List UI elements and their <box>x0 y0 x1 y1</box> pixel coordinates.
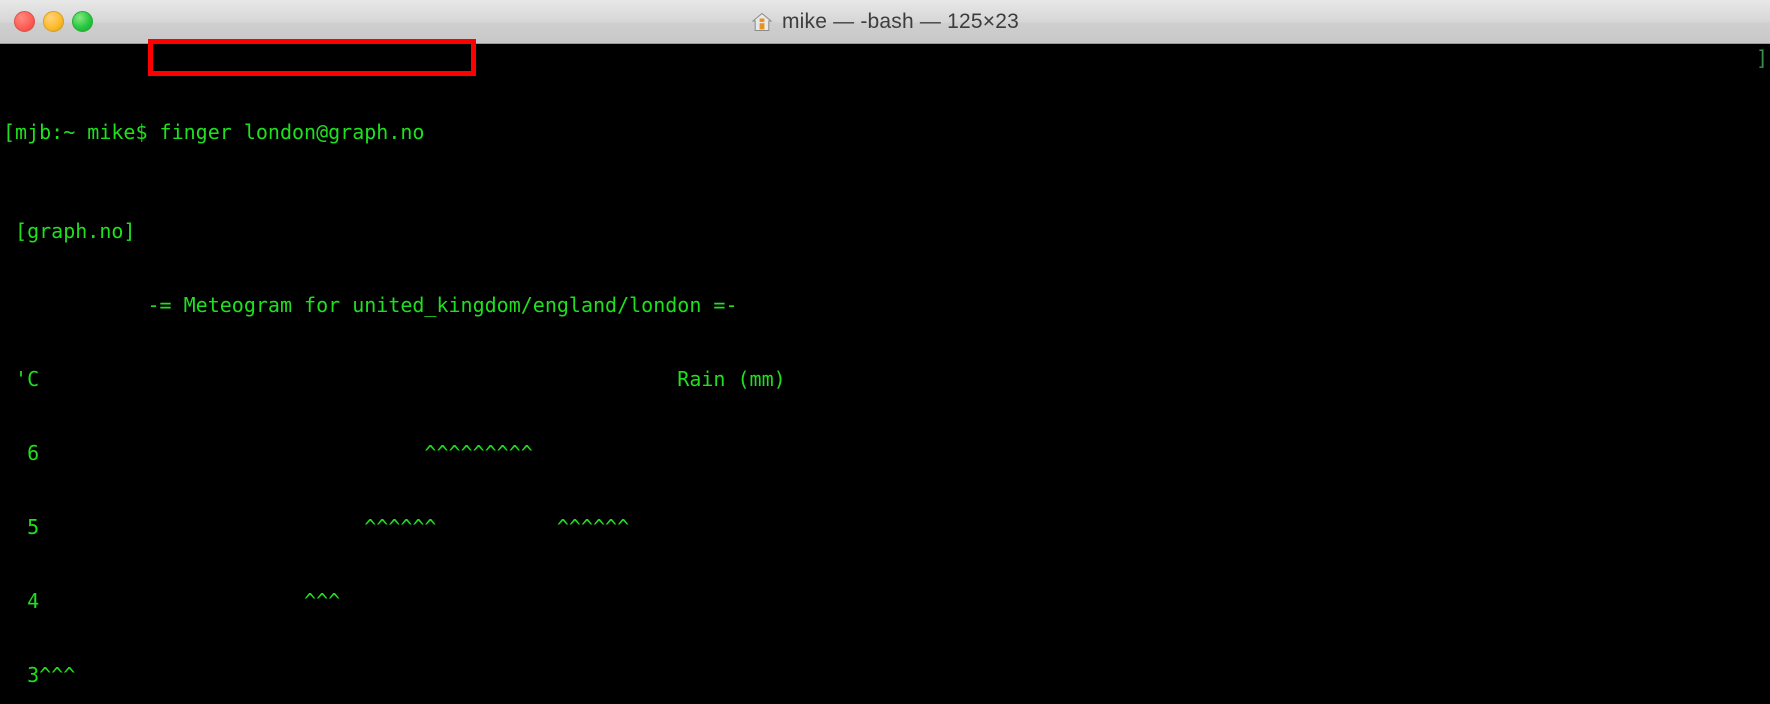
terminal-body[interactable]: [mjb:~ mike$ finger london@graph.no [gra… <box>0 44 1770 704</box>
temp-row-3: 3^^^ <box>3 663 76 688</box>
prompt-command-line: [mjb:~ mike$ finger london@graph.no <box>3 120 942 145</box>
window-title-area: mike — -bash — 125×23 <box>0 0 1770 44</box>
output-line: [graph.no] <box>3 218 136 243</box>
shell-prompt: [mjb:~ mike$ <box>3 120 160 145</box>
axis-header-line: 'C Rain (mm) <box>3 367 786 392</box>
temp-row-6: 6 ^^^^^^^^^ <box>3 441 533 466</box>
minimize-button[interactable] <box>43 11 64 32</box>
terminal-window: mike — -bash — 125×23 [mjb:~ mike$ finge… <box>0 0 1770 704</box>
window-controls <box>14 11 93 32</box>
terminal-screen: [mjb:~ mike$ finger london@graph.no [gra… <box>3 46 942 704</box>
meteogram-title-line: -= Meteogram for united_kingdom/england/… <box>3 293 738 317</box>
close-button[interactable] <box>14 11 35 32</box>
temp-row-5: 5 ^^^^^^ ^^^^^^ <box>3 515 630 540</box>
maximize-button[interactable] <box>72 11 93 32</box>
temp-row-4: 4 ^^^ <box>3 589 341 614</box>
wrap-artifact: ] <box>1755 46 1768 70</box>
window-title: mike — -bash — 125×23 <box>781 10 1020 33</box>
home-icon <box>751 12 773 31</box>
command-text: finger london@graph.no <box>159 120 425 145</box>
window-titlebar[interactable]: mike — -bash — 125×23 <box>0 0 1770 44</box>
